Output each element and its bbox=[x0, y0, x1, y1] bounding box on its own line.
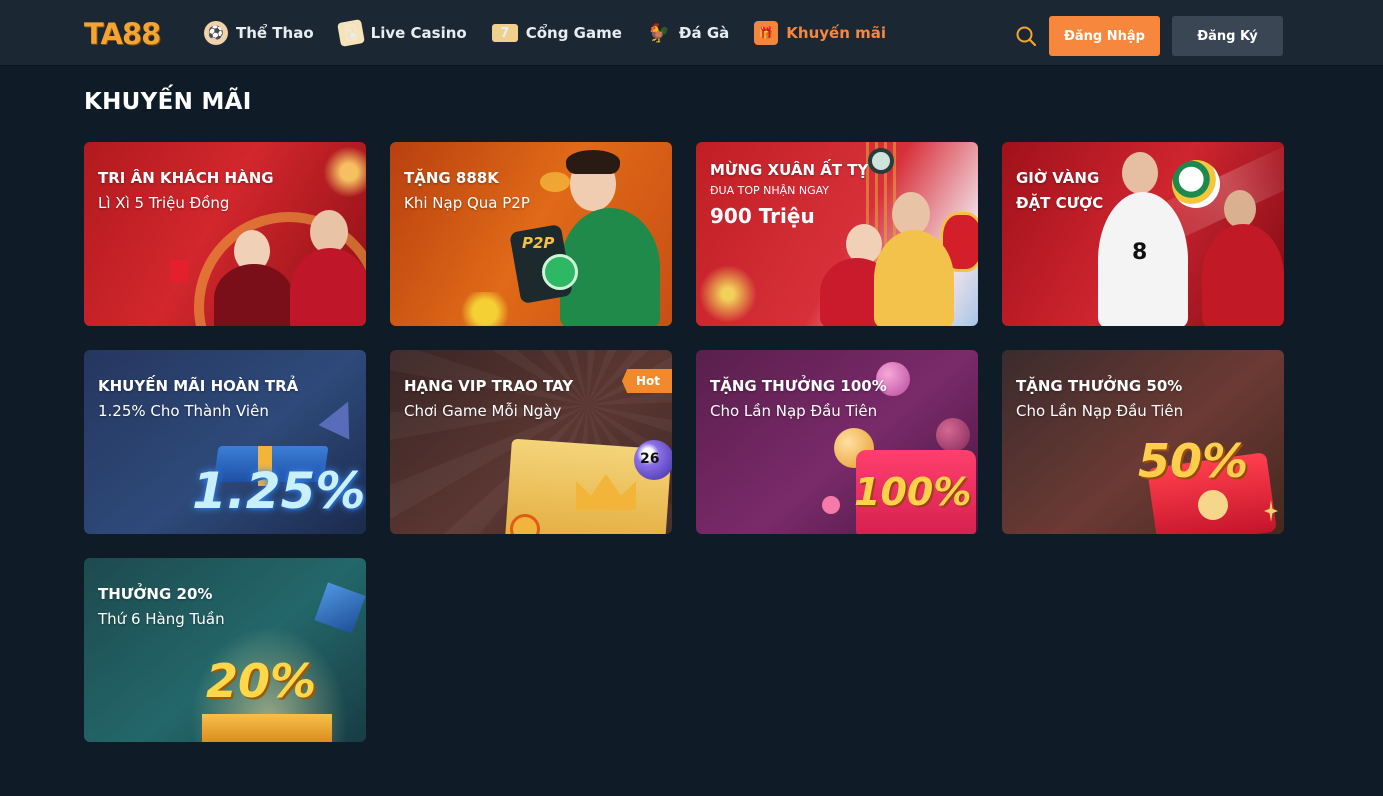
promo-card-gio-vang[interactable]: 8 GIỜ VÀNG ĐẶT CƯỢC bbox=[1002, 142, 1284, 326]
hot-badge: Hot bbox=[622, 369, 672, 393]
promo-card-tang-888k[interactable]: P2P TẶNG 888K Khi Nạp Qua P2P bbox=[390, 142, 672, 326]
promo-card-50[interactable]: 50% TẶNG THƯỞNG 50% Cho Lần Nạp Đầu Tiên bbox=[1002, 350, 1284, 534]
promo-card-vip[interactable]: Hot 26 HẠNG VIP TRAO TAY Chơi Game Mỗi N… bbox=[390, 350, 672, 534]
promo-card-hoan-tra[interactable]: 1.25% KHUYẾN MÃI HOÀN TRẢ 1.25% Cho Thàn… bbox=[84, 350, 366, 534]
promo-title: TẶNG THƯỞNG 50% bbox=[1016, 377, 1183, 395]
promo-subtitle: ĐUA TOP NHẬN NGAY bbox=[710, 184, 829, 197]
promo-title: GIỜ VÀNG bbox=[1016, 169, 1100, 187]
promo-title: TẶNG THƯỞNG 100% bbox=[710, 377, 887, 395]
nav-item-label: Khuyến mãi bbox=[786, 24, 887, 42]
promo-art-number: 1.25% bbox=[192, 462, 366, 520]
promo-title: KHUYẾN MÃI HOÀN TRẢ bbox=[98, 377, 299, 395]
nav-item-da-ga[interactable]: 🐓 Đá Gà bbox=[647, 21, 730, 45]
promo-subtitle: ĐẶT CƯỢC bbox=[1016, 194, 1104, 212]
promo-subtitle: Chơi Game Mỗi Ngày bbox=[404, 402, 562, 420]
casino-card-icon: 🂡 bbox=[336, 19, 365, 47]
nav-item-live-casino[interactable]: 🂡 Live Casino bbox=[336, 19, 467, 47]
promo-title: THƯỞNG 20% bbox=[98, 585, 213, 603]
promo-art-number: 20% bbox=[206, 654, 317, 708]
p2p-art-text: P2P bbox=[522, 234, 555, 252]
promo-card-mung-xuan[interactable]: MỪNG XUÂN ẤT TỴ ĐUA TOP NHẬN NGAY 900 Tr… bbox=[696, 142, 978, 326]
brand-logo[interactable]: TA88 bbox=[84, 17, 161, 51]
promo-card-tri-an[interactable]: TRI ÂN KHÁCH HÀNG Lì Xì 5 Triệu Đồng bbox=[84, 142, 366, 326]
nav-item-cong-game[interactable]: 7 Cổng Game bbox=[491, 24, 622, 42]
promo-card-100[interactable]: 100% TẶNG THƯỞNG 100% Cho Lần Nạp Đầu Ti… bbox=[696, 350, 978, 534]
nav-item-label: Live Casino bbox=[370, 24, 467, 42]
slot-game-icon: 7 bbox=[491, 24, 518, 42]
promo-title: TẶNG 888K bbox=[404, 169, 499, 187]
promo-card-20[interactable]: 20% THƯỞNG 20% Thứ 6 Hàng Tuần bbox=[84, 558, 366, 742]
promo-art-number: 50% bbox=[1138, 434, 1249, 488]
jersey-number: 8 bbox=[1132, 240, 1148, 265]
rooster-icon: 🐓 bbox=[647, 22, 671, 44]
logo-text: TA88 bbox=[84, 17, 161, 51]
lottery-ball-number: 26 bbox=[640, 451, 660, 467]
promo-subtitle: Cho Lần Nạp Đầu Tiên bbox=[710, 402, 878, 420]
nav-item-label: Thể Thao bbox=[236, 24, 314, 42]
promo-title: MỪNG XUÂN ẤT TỴ bbox=[710, 161, 869, 179]
login-button[interactable]: Đăng Nhập bbox=[1049, 16, 1160, 56]
promo-highlight: 900 Triệu bbox=[710, 204, 815, 228]
nav-item-label: Cổng Game bbox=[525, 24, 622, 42]
main-nav: ⚽ Thể Thao 🂡 Live Casino 7 Cổng Game 🐓 Đ… bbox=[204, 0, 911, 66]
top-header: TA88 ⚽ Thể Thao 🂡 Live Casino 7 Cổng Gam… bbox=[0, 0, 1383, 66]
sport-icon: ⚽ bbox=[204, 21, 228, 45]
promo-subtitle: 1.25% Cho Thành Viên bbox=[98, 402, 269, 420]
search-icon[interactable] bbox=[1015, 25, 1037, 47]
nav-item-the-thao[interactable]: ⚽ Thể Thao bbox=[204, 21, 314, 45]
promo-art-number: 100% bbox=[854, 470, 972, 514]
promo-subtitle: Cho Lần Nạp Đầu Tiên bbox=[1016, 402, 1184, 420]
promo-title: TRI ÂN KHÁCH HÀNG bbox=[98, 169, 274, 187]
register-button[interactable]: Đăng Ký bbox=[1172, 16, 1283, 56]
page-title: KHUYẾN MÃI bbox=[84, 89, 252, 115]
promo-subtitle: Thứ 6 Hàng Tuần bbox=[98, 610, 225, 628]
nav-item-khuyen-mai[interactable]: 🎁 Khuyến mãi bbox=[754, 21, 886, 45]
promo-subtitle: Khi Nạp Qua P2P bbox=[404, 194, 530, 212]
nav-item-label: Đá Gà bbox=[678, 24, 730, 42]
gift-icon: 🎁 bbox=[754, 21, 779, 45]
promo-subtitle: Lì Xì 5 Triệu Đồng bbox=[98, 194, 230, 212]
promo-title: HẠNG VIP TRAO TAY bbox=[404, 377, 574, 395]
